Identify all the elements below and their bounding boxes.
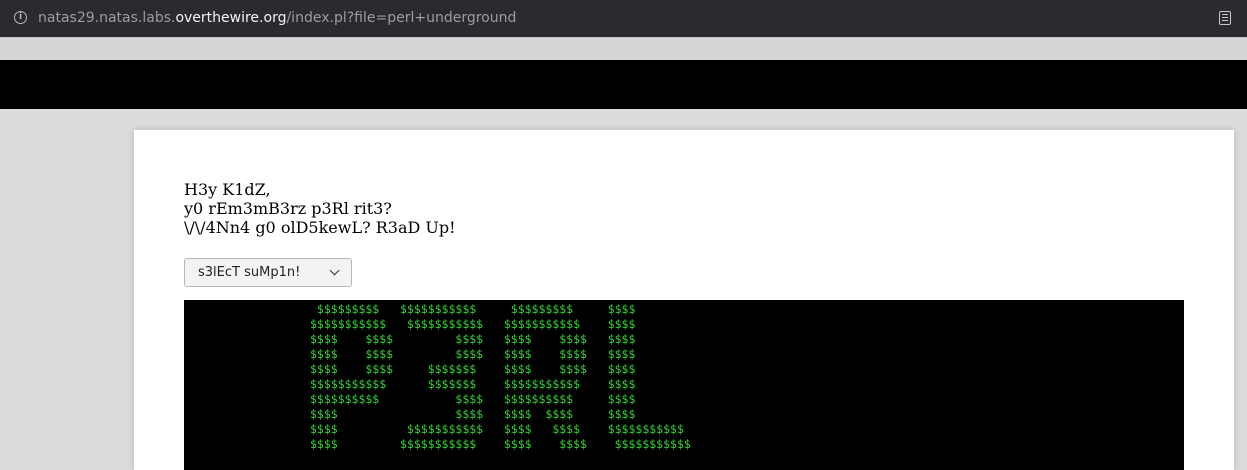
url-prefix: natas29.natas.labs. bbox=[38, 10, 176, 26]
browser-url-bar[interactable]: i natas29.natas.labs.overthewire.org/ind… bbox=[0, 0, 1247, 37]
greeting-line-2: y0 rEm3mB3rz p3Rl rit3? bbox=[184, 199, 392, 218]
greeting-text: H3y K1dZ, y0 rEm3mB3rz p3Rl rit3? \/\/4N… bbox=[184, 180, 456, 237]
site-info-icon[interactable]: i bbox=[14, 11, 27, 24]
url-domain: overthewire.org bbox=[175, 10, 287, 26]
perl-ascii-art: $$$$$$$$$ $$$$$$$$$$$ $$$$$$$$$ $$$$ $$$… bbox=[310, 302, 691, 451]
url-path: /index.pl?file=perl+underground bbox=[286, 10, 517, 26]
ascii-art-panel: $$$$$$$$$ $$$$$$$$$$$ $$$$$$$$$ $$$$ $$$… bbox=[184, 300, 1184, 470]
greeting-line-3: \/\/4Nn4 g0 olD5kewL? R3aD Up! bbox=[184, 218, 456, 237]
page-header-bar bbox=[0, 60, 1247, 109]
file-select-dropdown[interactable]: s3lEcT suMp1n! bbox=[184, 258, 352, 287]
toolbar-divider bbox=[0, 37, 1247, 60]
chevron-down-icon bbox=[329, 265, 340, 276]
select-label: s3lEcT suMp1n! bbox=[198, 265, 301, 280]
greeting-line-1: H3y K1dZ, bbox=[184, 180, 271, 199]
url-text[interactable]: natas29.natas.labs.overthewire.org/index… bbox=[38, 10, 516, 26]
reader-view-icon[interactable] bbox=[1219, 11, 1231, 25]
